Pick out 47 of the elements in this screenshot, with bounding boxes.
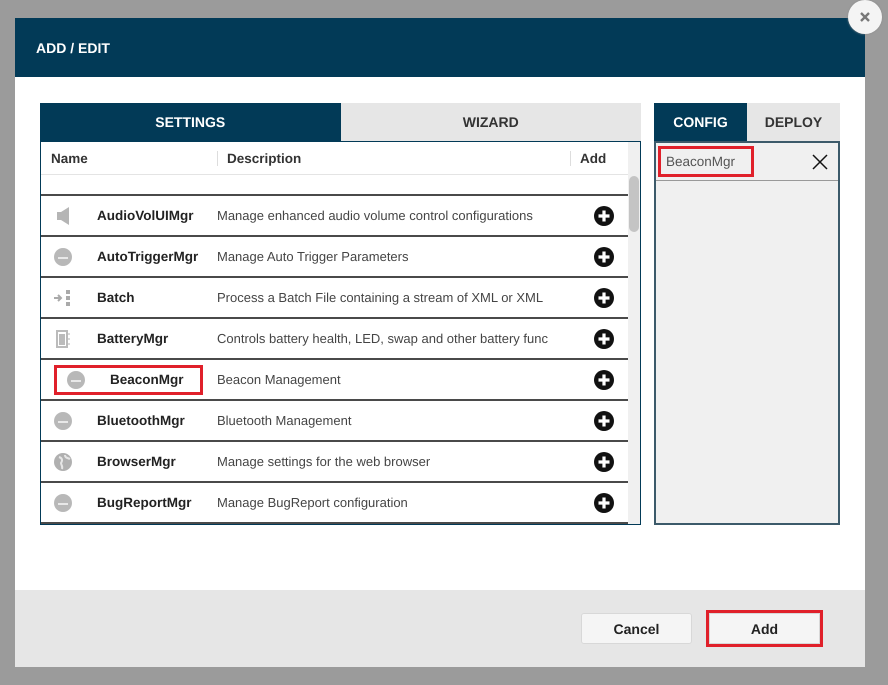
tab[interactable]: WIZARD [340,103,641,141]
column-header: Name [41,150,218,166]
add-icon[interactable] [594,410,614,430]
add-icon[interactable] [594,246,614,266]
module-name: Batch [97,290,135,305]
circle-icon [54,248,72,266]
close-icon [860,12,870,22]
arrow-icon [54,290,72,306]
tab[interactable]: SETTINGS [40,103,340,141]
module-description: Process a Batch File containing a stream of XML or XML [216,290,544,305]
config-item: BeaconMgr [658,146,754,177]
add-icon[interactable] [594,492,614,512]
globe-icon [54,452,72,470]
add-icon[interactable] [594,452,614,472]
module-description: Beacon Management [216,372,342,387]
module-name: BatteryMgr [97,331,168,346]
module-name: BluetoothMgr [97,413,185,428]
module-name: BugReportMgr [97,495,192,510]
remove-icon[interactable] [812,154,828,170]
close-button[interactable] [848,0,882,34]
circle-icon [54,494,72,512]
module-name: BrowserMgr [97,454,176,469]
module-description: Manage Auto Trigger Parameters [216,249,410,264]
add-icon[interactable] [594,288,614,308]
circle-icon [67,370,85,388]
scrollbar[interactable] [628,142,640,524]
dialog-title: ADD / EDIT [36,40,110,56]
column-header: Description [226,150,302,166]
speaker-icon [57,206,69,224]
circle-icon [54,412,72,430]
footer-button[interactable]: Cancel [581,613,692,644]
add-icon[interactable] [594,328,614,348]
add-icon[interactable] [594,206,614,226]
tab[interactable]: CONFIG [654,103,747,141]
module-description: Manage settings for the web browser [216,454,432,469]
module-name: AutoTriggerMgr [97,249,198,264]
module-description: Manage enhanced audio volume control configurations [216,208,534,223]
tab[interactable]: DEPLOY [747,103,840,141]
battery-icon [56,330,70,348]
scrollbar-thumb[interactable] [629,176,639,232]
add-icon[interactable] [594,370,614,390]
module-description: Manage BugReport configuration [216,495,409,510]
module-description: Bluetooth Management [216,413,352,428]
module-description: Controls battery health, LED, swap and other battery func [216,331,549,346]
module-name: BeaconMgr [110,372,184,387]
footer-button[interactable]: Add [709,613,820,644]
module-name: AudioVolUIMgr [97,208,194,223]
